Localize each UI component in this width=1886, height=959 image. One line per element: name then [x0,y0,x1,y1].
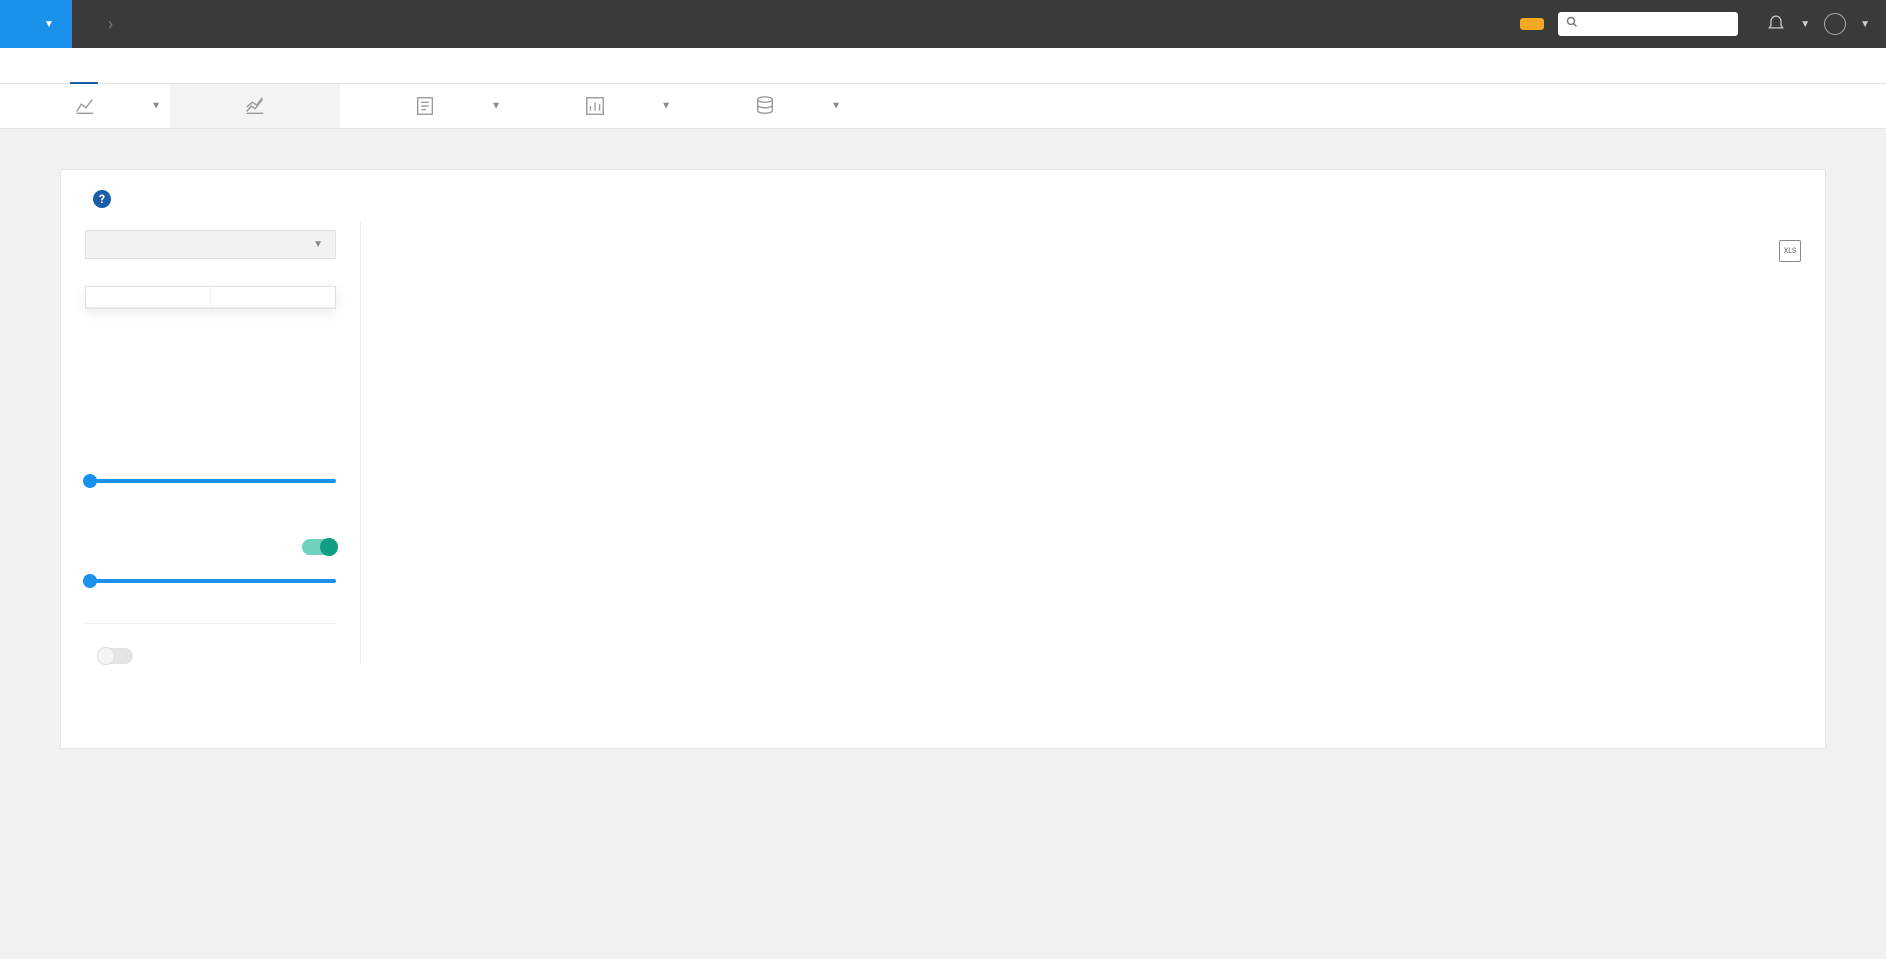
caret-down-icon: ▼ [44,19,54,30]
tool-manage-data[interactable]: ▼ [680,84,850,128]
table-panel: XLS [361,222,1825,664]
nav-integration[interactable] [98,48,126,84]
inverse-correlation-toggle[interactable] [302,539,336,555]
topbar-right: ▼ ▼ [1506,12,1886,36]
select-all-button[interactable] [86,287,211,307]
question-code-toggle[interactable] [99,648,133,664]
brand-menu[interactable]: ▼ [0,0,72,48]
search-input[interactable] [1584,17,1730,32]
breadcrumb: › [96,14,125,35]
nav-distribute[interactable] [42,48,70,84]
search-box[interactable] [1558,12,1738,36]
caret-down-icon: ▼ [1860,19,1870,30]
rows-dropdown-panel [85,286,336,309]
caret-down-icon: ▼ [151,101,161,112]
correlation-icon [243,94,267,118]
tool-correlation[interactable] [170,84,340,128]
config-sidebar: ▼ [61,222,361,664]
rows-dropdown[interactable]: ▼ [85,230,336,259]
slider-thumb[interactable] [83,574,97,588]
caret-down-icon: ▼ [831,101,841,112]
export-xls-button[interactable]: XLS [1779,240,1801,262]
reset-button[interactable] [211,287,335,307]
upgrade-button[interactable] [1520,18,1544,30]
tool-choice-modelling[interactable]: ▼ [510,84,680,128]
nav-edit[interactable] [14,48,42,84]
analytics-toolbar: ▼ ▼ ▼ ▼ [0,84,1886,129]
inverse-threshold-slider[interactable] [85,579,336,583]
chevron-right-icon: › [108,14,113,35]
choice-modelling-icon [583,94,607,118]
positive-threshold-slider[interactable] [85,479,336,483]
search-icon [1566,16,1578,32]
help-icon[interactable]: ? [93,190,111,208]
caret-down-icon: ▼ [661,101,671,112]
reports-icon [73,94,97,118]
caret-down-icon: ▼ [491,101,501,112]
analysis-card: ? ▼ [60,169,1826,749]
database-icon [753,94,777,118]
nav-analytics[interactable] [70,48,98,84]
top-bar: ▼ › ▼ ▼ [0,0,1886,48]
page-title: ? [61,190,1825,222]
bell-icon[interactable] [1766,12,1786,36]
caret-down-icon: ▼ [313,239,323,250]
caret-down-icon: ▼ [1800,19,1810,30]
sub-nav [0,48,1886,84]
text-analysis-icon [413,94,437,118]
slider-thumb[interactable] [83,474,97,488]
tool-text-analysis[interactable]: ▼ [340,84,510,128]
user-avatar[interactable] [1824,13,1846,35]
tool-reports[interactable]: ▼ [0,84,170,128]
